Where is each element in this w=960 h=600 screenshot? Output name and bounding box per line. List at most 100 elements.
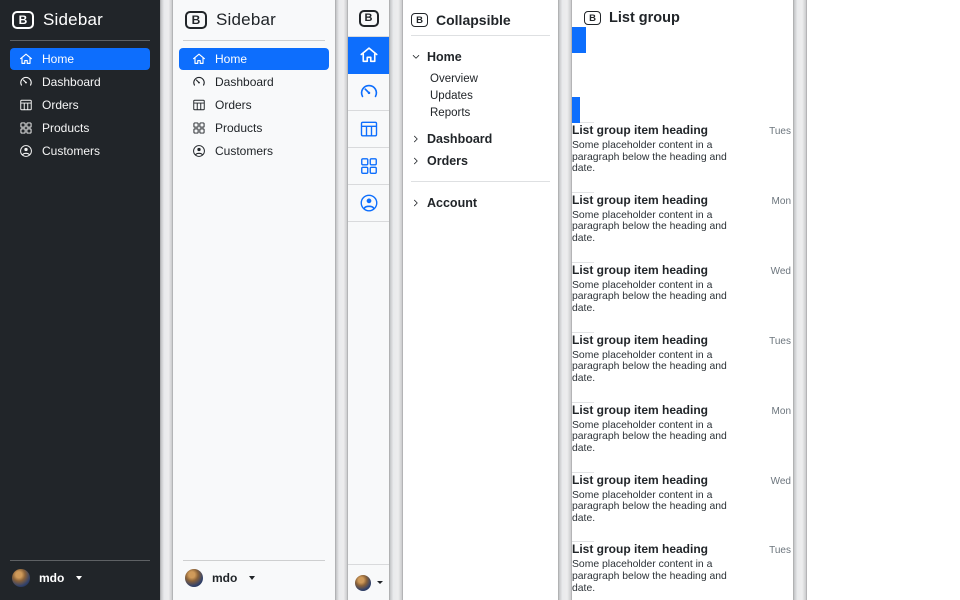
list-group-sidebar: B List group List group item headingWed … xyxy=(572,0,793,600)
bootstrap-logo-icon: B xyxy=(185,11,207,29)
sidebar-item-label: Dashboard xyxy=(42,75,101,89)
example-divider xyxy=(389,0,403,600)
light-sidebar: B Sidebar Home Dashboard Orders Products… xyxy=(173,0,335,600)
light-sidebar-brand[interactable]: B Sidebar xyxy=(173,0,335,35)
sidebar-item-orders[interactable]: Orders xyxy=(10,94,150,116)
list-item-heading: List group item heading xyxy=(572,263,708,277)
dark-sidebar-brand[interactable]: B Sidebar xyxy=(0,0,160,35)
speedometer-icon xyxy=(192,75,206,89)
chevron-down-icon xyxy=(377,581,383,584)
icon-item-dashboard[interactable] xyxy=(348,74,389,111)
table-icon xyxy=(19,98,33,112)
chevron-down-icon xyxy=(76,576,82,580)
example-divider xyxy=(160,0,173,600)
sidebar-item-products[interactable]: Products xyxy=(179,117,329,139)
user-menu-button[interactable] xyxy=(348,564,389,600)
grid-icon xyxy=(359,156,379,176)
user-menu-button[interactable]: mdo xyxy=(173,561,335,600)
sidebar-item-dashboard[interactable]: Dashboard xyxy=(179,71,329,93)
sidebar-item-products[interactable]: Products xyxy=(10,117,150,139)
list-item-body: Some placeholder content in a paragraph … xyxy=(572,350,735,385)
person-circle-icon xyxy=(359,193,379,213)
list-item[interactable]: List group item headingTues Some placeho… xyxy=(572,516,793,600)
list-item-body: Some placeholder content in a paragraph … xyxy=(572,490,735,525)
sidebar-item-label: Customers xyxy=(215,144,273,158)
sidebar-item-customers[interactable]: Customers xyxy=(10,140,150,162)
collapsible-title: Collapsible xyxy=(436,12,511,28)
house-icon xyxy=(359,45,379,65)
sidebar-item-label: Orders xyxy=(215,98,252,112)
sidebar-item-home[interactable]: Home xyxy=(10,48,150,70)
list-item-body: Some placeholder content in a paragraph … xyxy=(572,559,735,594)
submenu-item-updates[interactable]: Updates xyxy=(430,90,473,102)
icon-sidebar: B xyxy=(348,0,389,600)
sidebar-item-home[interactable]: Home xyxy=(179,48,329,70)
icon-item-orders[interactable] xyxy=(348,111,389,148)
sidebar-item-label: Products xyxy=(215,121,262,135)
list-item-date: Wed xyxy=(771,56,793,67)
list-item-body: Some placeholder content in a paragraph … xyxy=(572,280,735,315)
list-item-date: Mon xyxy=(772,196,793,207)
sidebar-item-label: Dashboard xyxy=(215,75,274,89)
icon-sidebar-brand[interactable]: B xyxy=(348,0,389,37)
sidebar-item-customers[interactable]: Customers xyxy=(179,140,329,162)
collapsible-brand[interactable]: B Collapsible xyxy=(403,10,558,35)
sidebar-item-dashboard[interactable]: Dashboard xyxy=(10,71,150,93)
light-sidebar-nav: Home Dashboard Orders Products Customers xyxy=(173,41,335,555)
collapsible-nav: Home Overview Updates Reports Dashboard … xyxy=(403,36,558,173)
speedometer-icon xyxy=(19,75,33,89)
list-item-heading: List group item heading xyxy=(572,123,708,137)
bootstrap-logo-icon: B xyxy=(411,13,428,27)
icon-item-customers[interactable] xyxy=(348,185,389,222)
list-item[interactable]: List group item headingWed Some placehol… xyxy=(572,237,793,333)
dark-sidebar: B Sidebar Home Dashboard Orders Products… xyxy=(0,0,160,600)
list-item-heading: List group item heading xyxy=(572,333,708,347)
home-submenu: Overview Updates Reports xyxy=(403,69,558,127)
grid-icon xyxy=(192,121,206,135)
list-item-heading: List group item heading xyxy=(572,193,708,207)
list-item[interactable]: List group item headingWed Some placehol… xyxy=(572,447,793,543)
list-group-brand[interactable]: B List group xyxy=(572,0,793,35)
sidebar-item-orders[interactable]: Orders xyxy=(179,94,329,116)
bootstrap-logo-icon: B xyxy=(359,10,379,27)
person-circle-icon xyxy=(192,144,206,158)
avatar xyxy=(12,569,30,587)
user-menu-button[interactable]: mdo xyxy=(0,561,160,600)
example-divider xyxy=(558,0,572,600)
list-item-heading: List group item heading xyxy=(572,542,708,556)
submenu-item-reports[interactable]: Reports xyxy=(430,107,470,119)
list-item[interactable]: List group item heading Mon Some placehol… xyxy=(572,167,793,263)
collapse-toggle-account[interactable]: Account xyxy=(403,193,558,213)
list-item-body: Some placeholder content in a paragraph … xyxy=(572,140,735,175)
icon-item-products[interactable] xyxy=(348,148,389,185)
table-icon xyxy=(192,98,206,112)
list-item-body: Some placeholder content in a paragraph … xyxy=(572,210,735,245)
list-item-body: Some placeholder content in a paragraph … xyxy=(572,420,735,455)
list-item-heading: List group item heading xyxy=(572,53,708,67)
sidebar-item-label: Orders xyxy=(42,98,79,112)
collapsible-sidebar: B Collapsible Home Overview Updates Repo… xyxy=(403,0,558,600)
chevron-down-icon xyxy=(249,576,255,580)
submenu-item-overview[interactable]: Overview xyxy=(430,73,478,85)
collapse-toggle-orders[interactable]: Orders xyxy=(403,151,558,171)
list-item[interactable]: List group item headingWed Some placehol… xyxy=(572,27,793,123)
sidebar-item-label: Home xyxy=(42,52,74,66)
chevron-down-icon xyxy=(411,52,421,62)
list-item[interactable]: List group item headingTues Some placeho… xyxy=(572,97,793,193)
dark-sidebar-nav: Home Dashboard Orders Products Customers xyxy=(0,41,160,555)
house-icon xyxy=(192,52,206,66)
collapse-toggle-dashboard[interactable]: Dashboard xyxy=(403,129,558,149)
list-item[interactable]: List group item headingMon Some placehol… xyxy=(572,377,793,473)
collapse-toggle-home[interactable]: Home xyxy=(403,47,558,67)
example-divider xyxy=(335,0,348,600)
dark-sidebar-footer: mdo xyxy=(0,555,160,600)
list-item[interactable]: List group item heading Tues Some placeho… xyxy=(572,307,793,403)
list-item-date: Tues xyxy=(769,336,793,347)
icon-item-home[interactable] xyxy=(348,37,389,74)
chevron-right-icon xyxy=(411,156,421,166)
icon-sidebar-nav xyxy=(348,37,389,222)
bootstrap-logo-icon: B xyxy=(584,11,601,25)
collapse-label: Account xyxy=(427,196,477,210)
user-name: mdo xyxy=(212,571,237,585)
list-item-heading: List group item heading xyxy=(572,403,708,417)
